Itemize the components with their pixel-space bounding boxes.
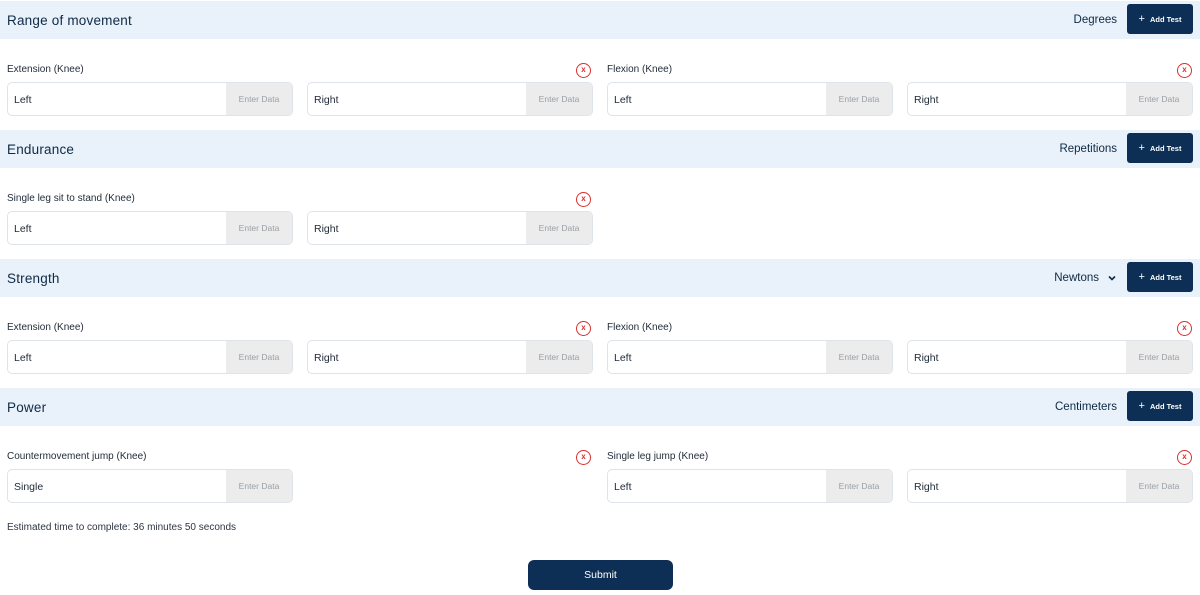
field-label: Single [14,481,44,493]
field-label: Left [614,481,632,493]
data-input[interactable] [1126,341,1192,373]
data-input[interactable] [826,83,892,115]
section-title: Range of movement [7,12,132,28]
add-test-button[interactable]: + Add Test [1127,391,1193,421]
data-input[interactable] [1126,83,1192,115]
unit-select[interactable]: Newtons [1054,272,1117,284]
test-label-flexion-knee: Flexion (Knee) [607,322,673,333]
plus-icon: + [1138,141,1145,154]
x-glyph: x [1182,452,1187,461]
data-input[interactable] [526,212,592,244]
x-glyph: x [1182,65,1187,74]
field-label: Right [914,481,939,493]
field-label: Left [14,94,32,106]
test-label-flexion-knee: Flexion (Knee) [607,64,673,75]
remove-test-icon[interactable]: x [1177,63,1192,78]
field-label: Left [614,352,632,364]
section-header-power: Power Centimeters + Add Test [0,388,1200,426]
field-right: Right [907,469,1193,503]
data-input[interactable] [826,470,892,502]
section-header-range-of-movement: Range of movement Degrees + Add Test [0,1,1200,39]
data-input[interactable] [226,212,292,244]
field-right: Right [907,340,1193,374]
section-title: Power [7,399,47,415]
unit-text: Degrees [1073,14,1117,26]
x-glyph: x [581,323,586,332]
field-left: Left [607,340,893,374]
data-input[interactable] [226,470,292,502]
unit-text: Newtons [1054,272,1099,284]
field-left: Left [607,82,893,116]
data-input[interactable] [226,83,292,115]
remove-test-icon[interactable]: x [576,321,591,336]
add-test-button[interactable]: + Add Test [1127,133,1193,163]
field-right: Right [907,82,1193,116]
unit-text: Repetitions [1059,143,1117,155]
remove-test-icon[interactable]: x [576,63,591,78]
unit-label: Repetitions [1059,143,1117,155]
field-left: Left [7,211,293,245]
field-left: Left [607,469,893,503]
test-label-countermovement-jump: Countermovement jump (Knee) [7,451,147,462]
data-input[interactable] [526,83,592,115]
data-input[interactable] [226,341,292,373]
field-right: Right [307,211,593,245]
test-label-extension-knee: Extension (Knee) [7,322,84,333]
field-label: Right [314,223,339,235]
remove-test-icon[interactable]: x [1177,321,1192,336]
field-label: Right [314,352,339,364]
field-label: Left [14,223,32,235]
plus-icon: + [1138,270,1145,283]
add-test-label: Add Test [1149,14,1182,24]
unit-text: Centimeters [1055,401,1117,413]
section-title: Endurance [7,141,75,157]
remove-test-icon[interactable]: x [1177,450,1192,465]
submit-button[interactable]: Submit [528,560,673,590]
remove-test-icon[interactable]: x [576,450,591,465]
remove-test-icon[interactable]: x [576,192,591,207]
x-glyph: x [581,65,586,74]
add-test-label: Add Test [1149,143,1182,153]
data-input[interactable] [1126,470,1192,502]
x-glyph: x [581,194,586,203]
x-glyph: x [1182,323,1187,332]
chevron-down-icon [1108,275,1116,281]
add-test-button[interactable]: + Add Test [1127,262,1193,292]
add-test-label: Add Test [1149,401,1182,411]
field-label: Right [914,352,939,364]
plus-icon: + [1138,399,1145,412]
x-glyph: x [581,452,586,461]
unit-label: Degrees [1074,14,1117,26]
data-input[interactable] [526,341,592,373]
section-header-strength: Strength Newtons + Add Test [0,259,1200,297]
field-label: Right [314,94,339,106]
unit-label: Centimeters [1055,401,1117,413]
field-left: Left [7,82,293,116]
plus-icon: + [1138,12,1145,25]
section-header-endurance: Endurance Repetitions + Add Test [0,130,1200,168]
field-right: Right [307,82,593,116]
data-input[interactable] [826,341,892,373]
estimated-time-text: Estimated time to complete: 36 minutes 5… [7,522,237,533]
field-label: Right [914,94,939,106]
test-label-single-leg-jump: Single leg jump (Knee) [607,451,709,462]
field-right: Right [307,340,593,374]
add-test-label: Add Test [1149,272,1182,282]
field-label: Left [614,94,632,106]
section-title: Strength [7,270,60,286]
add-test-button[interactable]: + Add Test [1127,4,1193,34]
test-label-extension-knee: Extension (Knee) [7,64,84,75]
field-left: Left [7,340,293,374]
test-label-single-leg-sit-to-stand: Single leg sit to stand (Knee) [7,193,135,204]
field-label: Left [14,352,32,364]
field-single: Single [7,469,293,503]
